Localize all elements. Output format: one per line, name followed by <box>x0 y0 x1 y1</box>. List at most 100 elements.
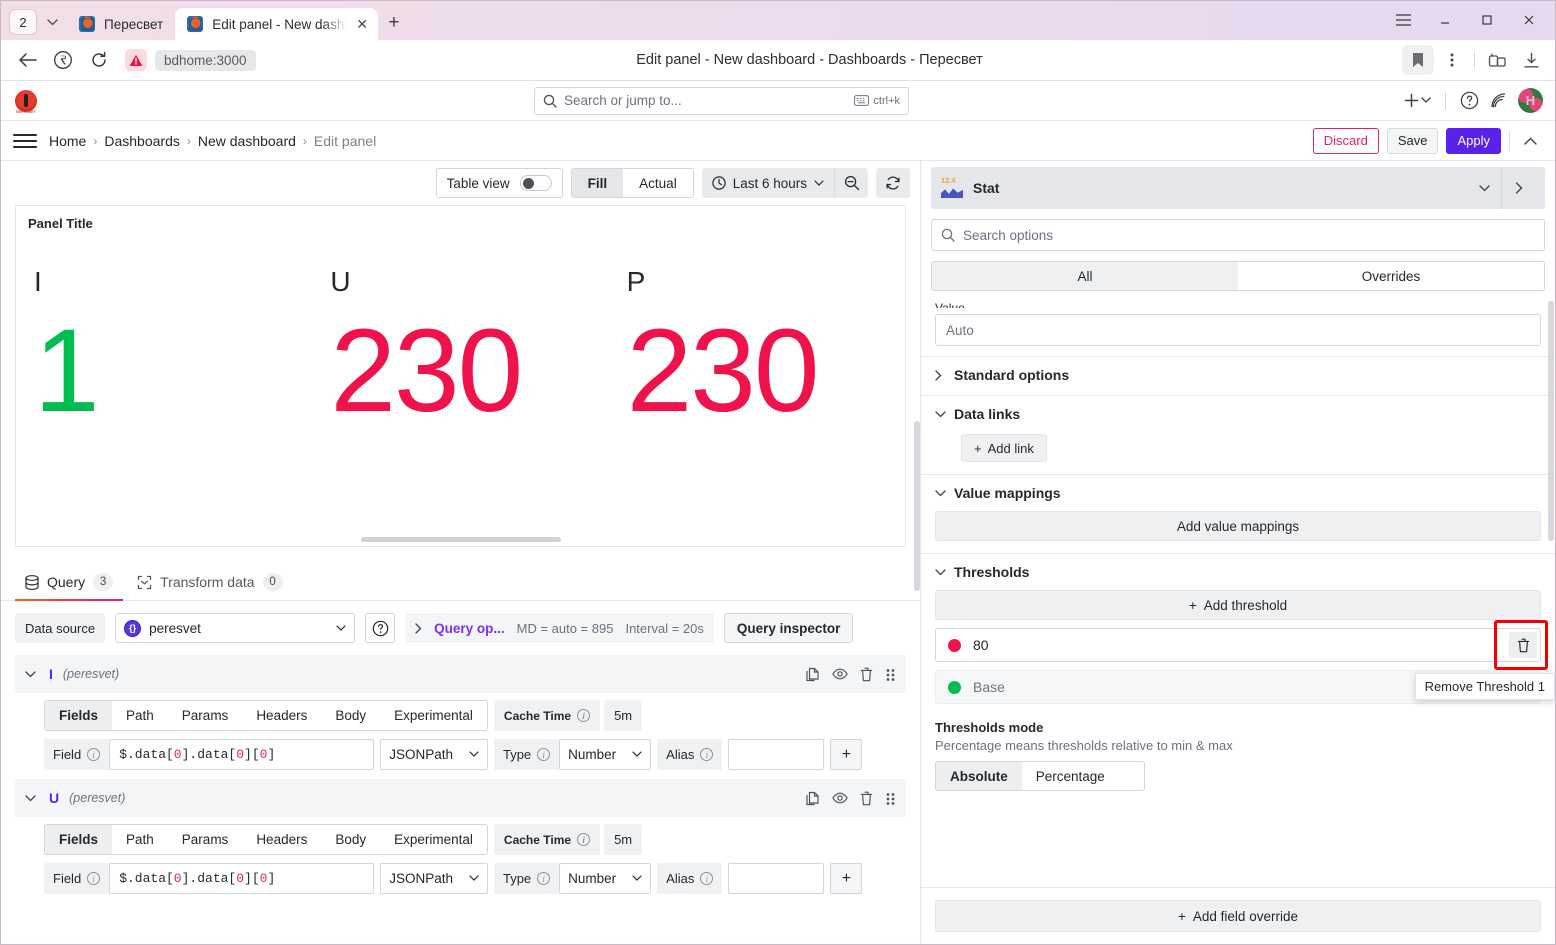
chevron-down-icon[interactable] <box>935 489 946 497</box>
drag-handle-icon[interactable] <box>885 791 896 806</box>
left-pane-scrollbar[interactable] <box>914 421 920 591</box>
panel-preview[interactable]: Panel Title I 1 U 230 P 230 <box>15 205 906 547</box>
breadcrumb-item-dashboards[interactable]: Dashboards <box>104 133 180 149</box>
extension-icon[interactable] <box>47 45 79 75</box>
query-tab-fields[interactable]: Fields <box>45 825 113 854</box>
query-tab-body[interactable]: Body <box>321 701 380 730</box>
new-tab-button[interactable]: + <box>380 9 408 37</box>
peresvet-logo-icon[interactable]: ПЕРЕСВЕТ <box>13 87 39 114</box>
field-path-input[interactable]: $.data[0].data[0][0] <box>109 863 375 894</box>
tab-close-icon[interactable]: ✕ <box>356 17 368 31</box>
breadcrumb-item-home[interactable]: Home <box>49 133 86 149</box>
actual-option[interactable]: Actual <box>623 169 693 197</box>
tab-all[interactable]: All <box>932 262 1238 290</box>
section-standard-options[interactable]: Standard options <box>921 356 1555 395</box>
bookmark-icon[interactable] <box>1402 45 1434 75</box>
chevron-down-icon[interactable] <box>935 410 946 418</box>
query-header[interactable]: I (peresvet) <box>15 655 906 693</box>
chevron-down-icon[interactable] <box>25 794 39 802</box>
add-threshold-button[interactable]: + Add threshold <box>935 590 1541 620</box>
downloads-icon[interactable] <box>1515 45 1547 75</box>
kebab-menu-icon[interactable] <box>1436 45 1468 75</box>
threshold-value[interactable]: 80 <box>973 637 989 653</box>
close-icon[interactable] <box>1509 6 1549 34</box>
time-range-picker[interactable]: Last 6 hours <box>701 168 834 198</box>
datasource-select[interactable]: {} peresvet <box>115 613 356 643</box>
threshold-color-dot[interactable] <box>948 680 961 694</box>
info-icon[interactable]: i <box>577 709 591 722</box>
menu-toggle-icon[interactable] <box>13 131 37 151</box>
type-select[interactable]: Number <box>559 863 652 894</box>
tab-counter-button[interactable]: 2 <box>9 9 37 35</box>
section-header[interactable]: Thresholds <box>935 564 1541 580</box>
alias-input[interactable] <box>728 739 825 770</box>
browser-tab-edit-panel[interactable]: Edit panel - New dashbo ✕ <box>175 8 378 40</box>
tab-transform-data[interactable]: Transform data 0 <box>127 564 292 600</box>
refresh-icon[interactable] <box>876 168 910 198</box>
tab-query[interactable]: Query 3 <box>15 564 124 601</box>
duplicate-icon[interactable] <box>805 791 820 806</box>
query-tab-body[interactable]: Body <box>321 825 380 854</box>
delete-icon[interactable] <box>860 667 873 682</box>
options-search-input[interactable]: Search options <box>931 219 1545 251</box>
query-tab-experimental[interactable]: Experimental <box>380 825 487 854</box>
add-new-button[interactable] <box>1404 93 1431 108</box>
chevron-right-icon[interactable] <box>415 622 422 634</box>
add-field-button[interactable]: + <box>830 739 863 770</box>
query-tab-headers[interactable]: Headers <box>242 701 321 730</box>
query-tab-path[interactable]: Path <box>112 825 168 854</box>
collapse-chevron-up-icon[interactable] <box>1518 137 1543 145</box>
mode-percentage[interactable]: Percentage <box>1022 762 1119 790</box>
value-option-input[interactable]: Auto <box>935 314 1541 346</box>
cache-time-value[interactable]: 5m <box>604 700 643 731</box>
datasource-help-icon[interactable] <box>365 613 396 643</box>
warning-icon[interactable] <box>125 49 147 71</box>
maximize-icon[interactable] <box>1467 6 1507 34</box>
drag-handle-icon[interactable] <box>885 667 896 682</box>
mode-absolute[interactable]: Absolute <box>936 762 1022 790</box>
section-header[interactable]: Value mappings <box>935 485 1541 501</box>
table-view-switch[interactable] <box>519 175 552 191</box>
field-path-input[interactable]: $.data[0].data[0][0] <box>109 739 375 770</box>
info-icon[interactable]: i <box>700 872 714 885</box>
section-header[interactable]: Standard options <box>935 367 1541 383</box>
add-link-button[interactable]: + Add link <box>961 434 1047 462</box>
search-input[interactable]: Search or jump to... ctrl+k <box>534 86 909 115</box>
info-icon[interactable]: i <box>537 872 551 885</box>
threshold-row-1[interactable]: 80 Remove Threshold 1 <box>935 620 1555 700</box>
query-tab-fields[interactable]: Fields <box>45 701 113 730</box>
hide-icon[interactable] <box>832 792 848 804</box>
app-menu-icon[interactable] <box>1383 6 1423 34</box>
chevron-right-icon[interactable] <box>935 369 944 381</box>
table-view-toggle[interactable]: Table view <box>435 168 563 198</box>
chevron-down-icon[interactable] <box>25 670 39 678</box>
query-ref-id[interactable]: I <box>49 666 53 682</box>
parser-select[interactable]: JSONPath <box>380 863 488 894</box>
query-inspector-button[interactable]: Query inspector <box>723 613 854 643</box>
query-header[interactable]: U (peresvet) <box>15 779 906 817</box>
split-view-icon[interactable] <box>1481 45 1513 75</box>
query-tab-headers[interactable]: Headers <box>242 825 321 854</box>
reload-icon[interactable] <box>83 45 115 75</box>
fill-option[interactable]: Fill <box>571 169 624 197</box>
visualization-picker[interactable]: 12.4 Stat <box>931 167 1545 209</box>
parser-select[interactable]: JSONPath <box>380 739 488 770</box>
alias-input[interactable] <box>728 863 825 894</box>
remove-threshold-button[interactable] <box>1509 632 1537 658</box>
collapse-options-pane-icon[interactable] <box>1501 167 1535 209</box>
query-tab-experimental[interactable]: Experimental <box>380 701 487 730</box>
news-feed-icon[interactable] <box>1489 91 1508 110</box>
info-icon[interactable]: i <box>577 833 591 846</box>
add-field-override-button[interactable]: + Add field override <box>935 900 1541 932</box>
query-tab-params[interactable]: Params <box>168 825 243 854</box>
apply-button[interactable]: Apply <box>1446 127 1501 154</box>
info-icon[interactable]: i <box>87 872 101 885</box>
info-icon[interactable]: i <box>537 748 551 761</box>
panel-horizontal-scrollbar[interactable] <box>360 537 561 542</box>
avatar[interactable] <box>1518 88 1543 113</box>
discard-button[interactable]: Discard <box>1312 127 1379 154</box>
cache-time-value[interactable]: 5m <box>604 824 643 855</box>
chevron-down-icon[interactable] <box>1467 184 1501 192</box>
back-arrow-icon[interactable] <box>11 45 43 75</box>
add-field-button[interactable]: + <box>830 863 863 894</box>
